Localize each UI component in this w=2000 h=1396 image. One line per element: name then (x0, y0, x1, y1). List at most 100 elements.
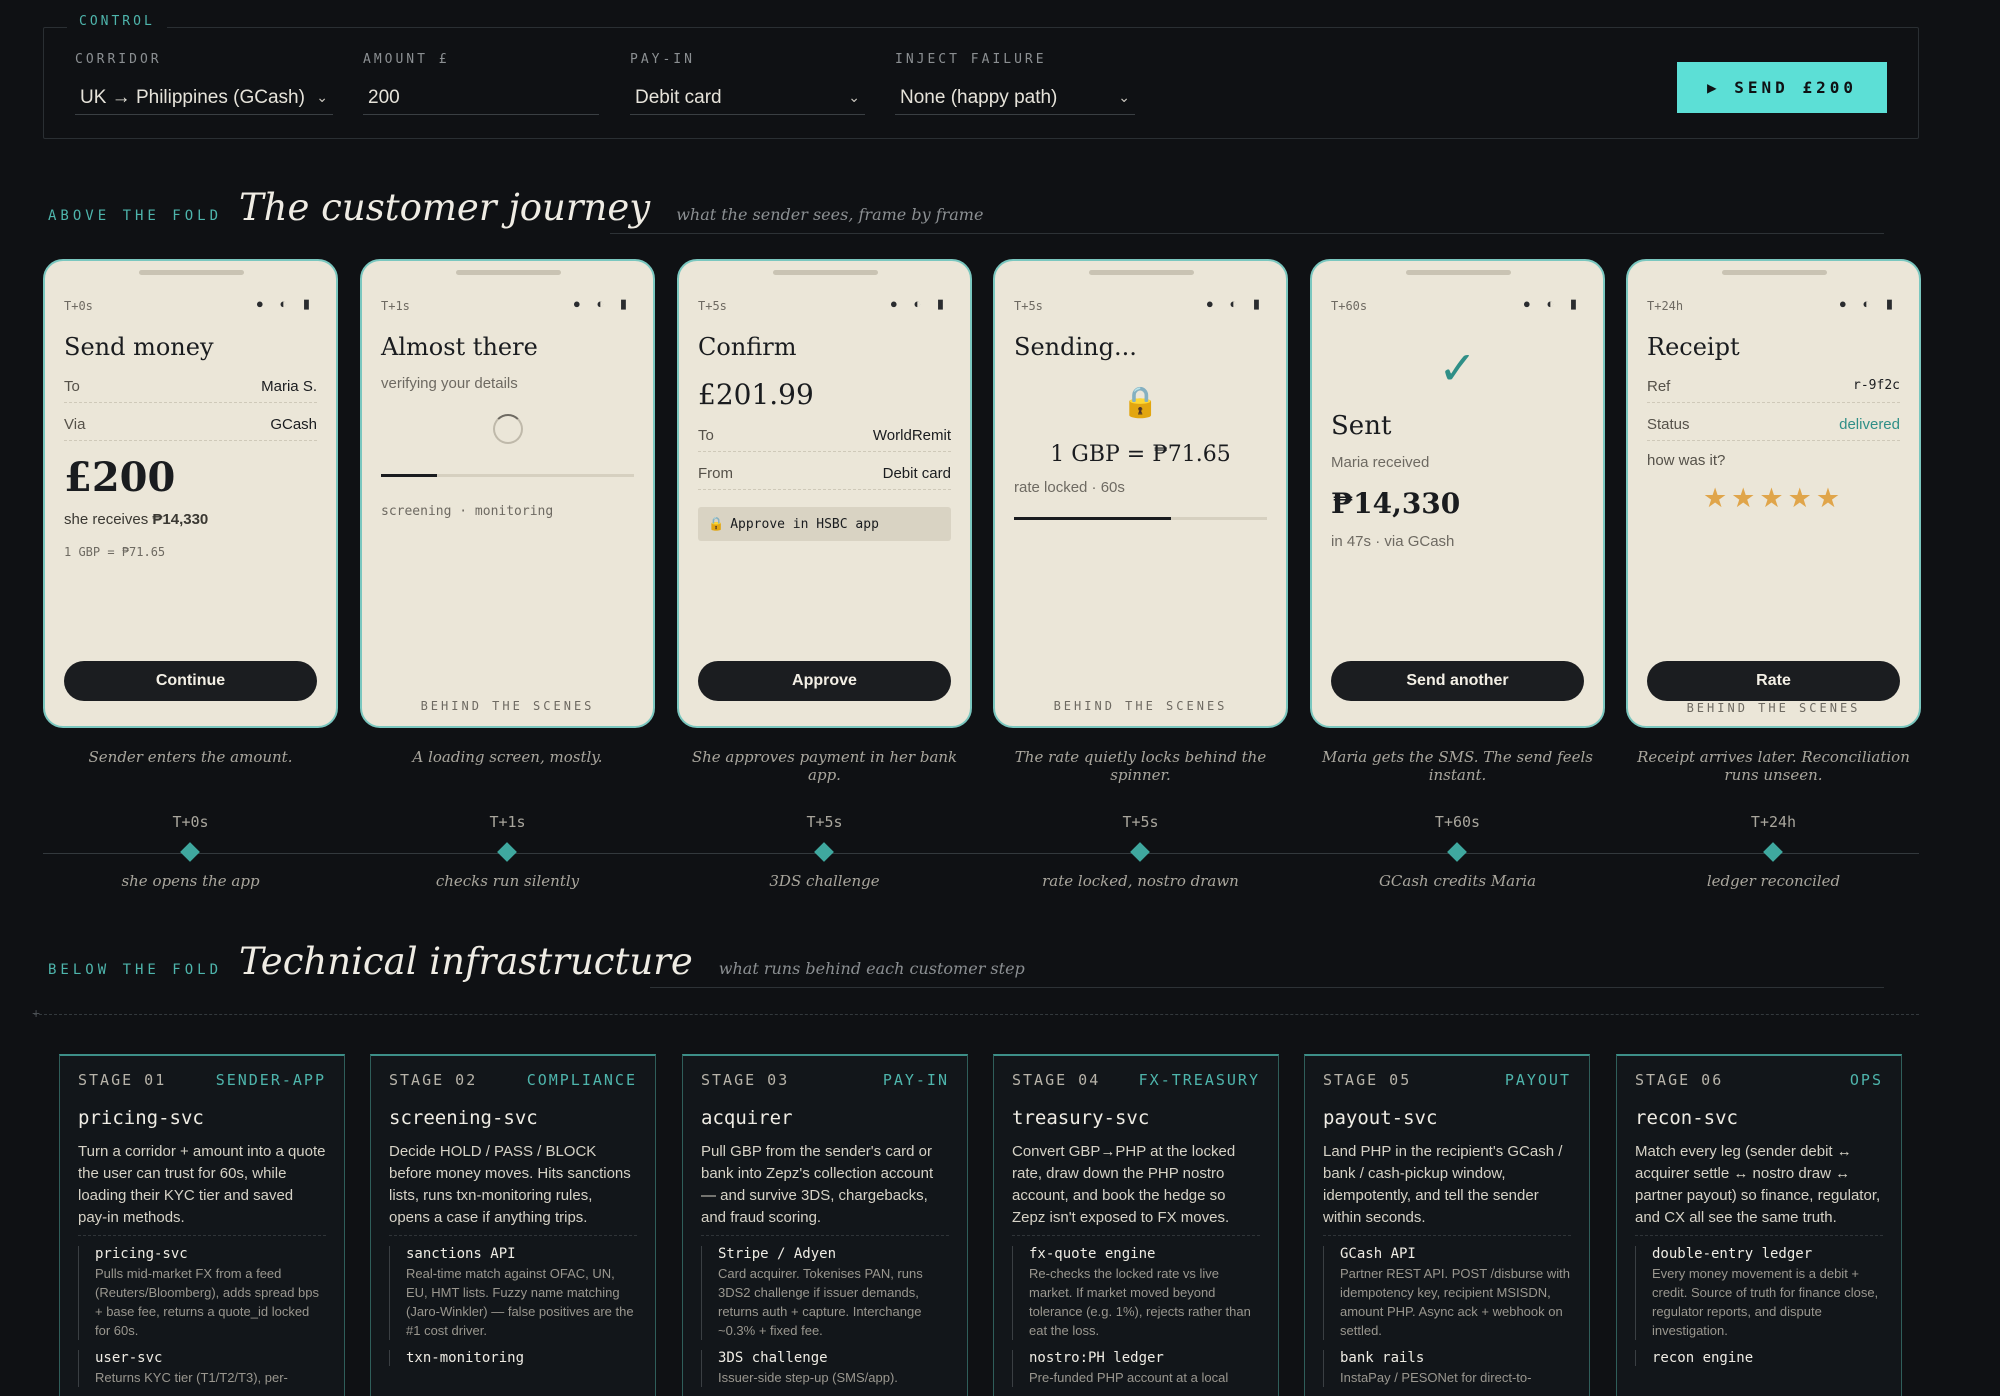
chevron-down-icon: ⌄ (1118, 89, 1130, 105)
star-icon[interactable]: ★ (1703, 483, 1731, 513)
behind-the-scenes-label: BEHIND THE SCENES (420, 699, 595, 713)
stage-card: STAGE 03 PAY-IN acquirer Pull GBP from the … (682, 1054, 968, 1396)
star-icon[interactable]: ★ (1731, 483, 1759, 513)
stage-header: STAGE 05 PAYOUT (1323, 1071, 1571, 1089)
sub-component-name: sanctions API (406, 1246, 516, 1262)
sub-component: sanctions API Real-time match against OFA… (389, 1246, 637, 1340)
stage-number: STAGE 01 (78, 1071, 167, 1089)
star-icon[interactable]: ★ (1816, 483, 1844, 513)
fx-rate: 1 GBP = ₱71.65 (64, 545, 166, 559)
send-button[interactable]: ▶ SEND £200 (1677, 62, 1887, 113)
stage-header: STAGE 01 SENDER-APP (78, 1071, 326, 1089)
spinner-icon (493, 414, 523, 444)
payin-value: Debit card (635, 86, 722, 108)
chevron-down-icon: ⌄ (848, 89, 860, 105)
sub-component: GCash API Partner REST API. POST /disburs… (1323, 1246, 1571, 1340)
send-another-button[interactable]: Send another (1331, 661, 1584, 701)
sub-component-name: recon engine (1652, 1350, 1754, 1366)
stage-service: acquirer (701, 1107, 793, 1129)
phone-caption: The rate quietly locks behind the spinne… (1014, 748, 1267, 784)
star-icon[interactable]: ★ (1788, 483, 1816, 513)
phone-sending: T+5s ● ◐ ▮ Sending... 🔒 1 GBP = ₱71.65 r… (993, 259, 1288, 728)
timeline-time: T+60s (1434, 813, 1481, 831)
timeline-time: T+0s (172, 813, 209, 831)
phone-title: Sending... (1014, 333, 1137, 361)
phone-caption: A loading screen, mostly. (412, 748, 603, 766)
corridor-label: CORRIDOR (75, 52, 162, 67)
stage-divider (1323, 1235, 1571, 1236)
to-row: To WorldRemit (698, 427, 951, 452)
timeline-caption: ledger reconciled (1706, 872, 1841, 890)
star-rating[interactable]: ★★★★★ (1628, 483, 1919, 514)
stage-description: Land PHP in the recipient's GCash / bank… (1323, 1143, 1563, 1226)
phone-time: T+60s (1331, 299, 1368, 313)
from-row: From Debit card (698, 465, 951, 490)
phone-title: Send money (64, 333, 214, 361)
corridor-select[interactable]: UK → Philippines (GCash) ⌄ (75, 81, 333, 115)
amount-input[interactable]: 200 (363, 81, 599, 115)
phone-subtitle: Maria received (1331, 454, 1430, 471)
status-icons: ● ◐ ▮ (1522, 296, 1583, 311)
sub-component-name: fx-quote engine (1029, 1246, 1156, 1262)
infra-rule (650, 987, 1884, 988)
stage-header: STAGE 04 FX-TREASURY (1012, 1071, 1260, 1089)
stage-divider (701, 1235, 949, 1236)
stage-service: recon-svc (1635, 1107, 1738, 1129)
timeline-line (43, 853, 1919, 854)
confirm-amount: £201.99 (698, 378, 814, 411)
continue-button[interactable]: Continue (64, 661, 317, 701)
receives-line: she receives ₱14,330 (64, 511, 208, 528)
phone-time: T+0s (64, 299, 93, 313)
phone-notch (773, 270, 878, 275)
stage-tag: SENDER-APP (215, 1071, 326, 1089)
sub-component: nostro:PH ledger Pre-funded PHP account a… (1012, 1350, 1260, 1387)
inject-failure-select[interactable]: None (happy path) ⌄ (895, 81, 1135, 115)
status-icons: ● ◐ ▮ (1205, 296, 1266, 311)
status-icons: ● ◐ ▮ (572, 296, 633, 311)
sub-component: 3DS challenge Issuer-side step-up (SMS/ap… (701, 1350, 949, 1387)
row-key: To (64, 378, 80, 395)
stage-description: Convert GBP→PHP at the locked rate, draw… (1012, 1143, 1236, 1226)
corridor-field: CORRIDOR UK → Philippines (GCash) ⌄ (75, 52, 333, 115)
phone-notch (456, 270, 561, 275)
approve-note-text: Approve in HSBC app (730, 516, 879, 532)
stage-card: STAGE 01 SENDER-APP pricing-svc Turn a corr… (59, 1054, 345, 1396)
rate-button[interactable]: Rate (1647, 661, 1900, 701)
approve-button[interactable]: Approve (698, 661, 951, 701)
timeline-marker (180, 842, 200, 862)
infra-title: Technical infrastructure (239, 940, 693, 983)
phone-confirm: T+5s ● ◐ ▮ Confirm £201.99 To WorldRemit … (677, 259, 972, 728)
progress-track (381, 474, 634, 477)
stage-number: STAGE 04 (1012, 1071, 1101, 1089)
row-key: Status (1647, 416, 1690, 433)
phone-title: Confirm (698, 333, 797, 361)
payin-select[interactable]: Debit card ⌄ (630, 81, 865, 115)
phone-almost-there: T+1s ● ◐ ▮ Almost there verifying your d… (360, 259, 655, 728)
row-value: r-9f2c (1853, 378, 1900, 393)
journey-kicker: ABOVE THE FOLD (48, 208, 223, 224)
sub-component-description: Card acquirer. Tokenises PAN, runs 3DS2 … (718, 1266, 923, 1338)
receives-label: she receives (64, 511, 153, 528)
sub-component-description: Pre-funded PHP account at a local (1029, 1370, 1229, 1385)
phone-caption: She approves payment in her bank app. (691, 748, 958, 784)
sub-component-name: nostro:PH ledger (1029, 1350, 1164, 1366)
behind-the-scenes-label: BEHIND THE SCENES (1053, 699, 1228, 713)
sub-component-description: InstaPay / PESONet for direct-to- (1340, 1370, 1532, 1385)
phone-caption: Maria gets the SMS. The send feels insta… (1322, 748, 1593, 784)
phone-send-money: T+0s ● ◐ ▮ Send money To Maria S. Via GCas… (43, 259, 338, 728)
star-icon[interactable]: ★ (1759, 483, 1787, 513)
plus-icon: + (32, 1005, 41, 1021)
timeline-marker (1763, 842, 1783, 862)
sub-component-name: 3DS challenge (718, 1350, 828, 1366)
status-icons: ● ◐ ▮ (889, 296, 950, 311)
stage-tag: OPS (1849, 1071, 1883, 1089)
sub-component-name: double-entry ledger (1652, 1246, 1813, 1262)
journey-subtitle: what the sender sees, frame by frame (676, 205, 984, 224)
sub-component-description: Real-time match against OFAC, UN, EU, HM… (406, 1266, 634, 1338)
progress-fill (381, 474, 437, 477)
inject-failure-label: INJECT FAILURE (895, 52, 1047, 67)
sub-component: user-svc Returns KYC tier (T1/T2/T3), per… (78, 1350, 326, 1387)
status-badge: delivered (1839, 416, 1900, 433)
status-row: Status delivered (1647, 416, 1900, 441)
stage-service: pricing-svc (78, 1107, 204, 1129)
